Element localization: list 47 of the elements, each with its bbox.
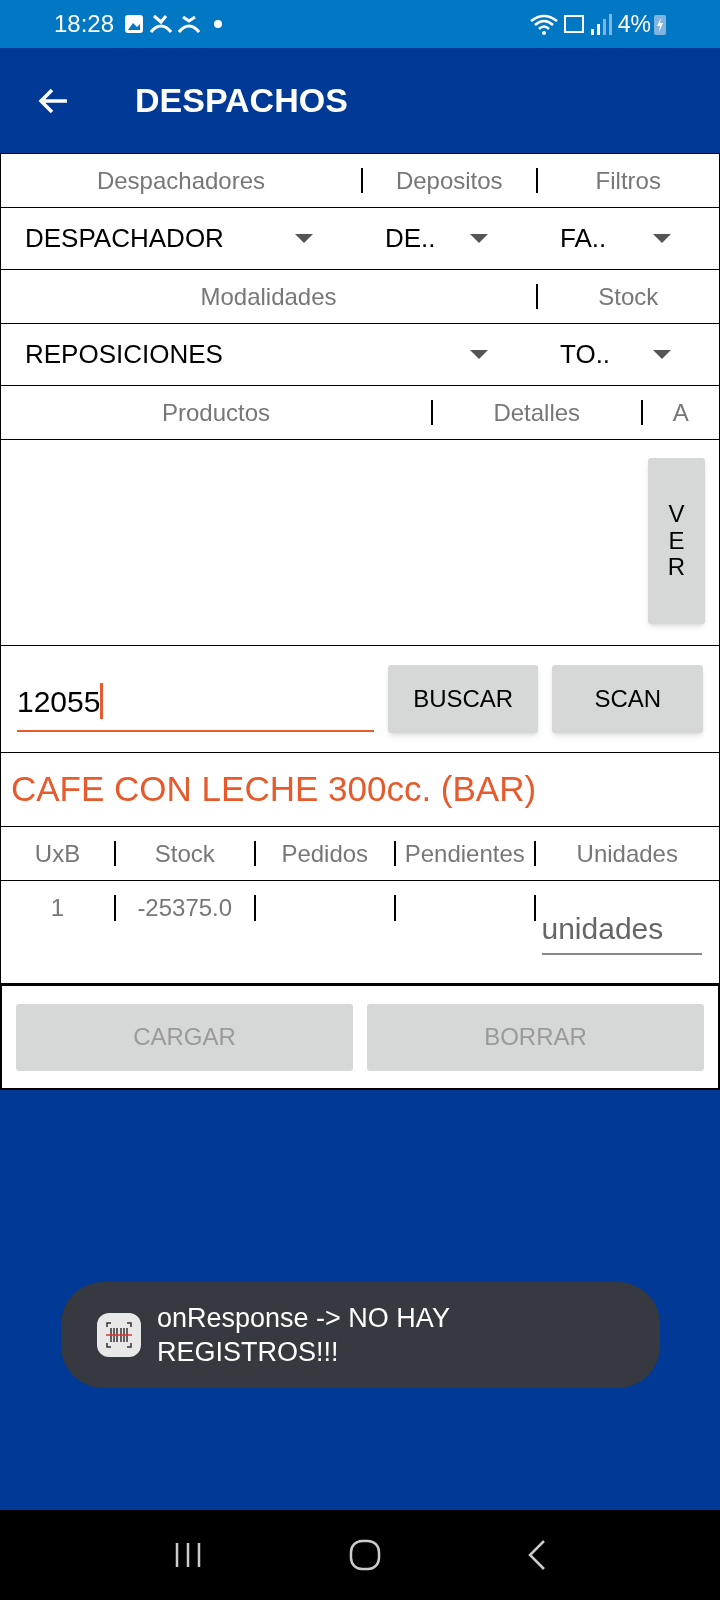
battery-icon [654, 13, 666, 35]
dropdown[interactable]: FA.. [560, 219, 671, 258]
dropdown[interactable]: DE.. [385, 219, 488, 258]
table-cell-text: -25375.0 [137, 893, 233, 923]
scan-button[interactable]: SCAN [552, 665, 703, 733]
column-header: UxB [34, 838, 81, 869]
dropdown[interactable]: DESPACHADOR [25, 219, 313, 258]
column-header: Productos [161, 397, 271, 428]
dropdown-caret-icon [295, 233, 313, 244]
column-header: Detalles [493, 397, 581, 428]
screen-title: DESPACHOS [135, 80, 348, 121]
column-header: Stock [154, 838, 215, 869]
units-input[interactable]: unidades [541, 905, 702, 955]
column-header: Stock [598, 281, 659, 312]
table-cell-text: 1 [50, 893, 65, 923]
column-header: Depositos [395, 165, 503, 196]
missed-call-icon [178, 14, 201, 34]
column-header: Unidades [576, 838, 678, 869]
home-icon[interactable] [349, 1539, 381, 1571]
column-header: Filtros [595, 165, 661, 196]
recent-apps-icon[interactable] [173, 1542, 203, 1568]
dropdown[interactable]: TO.. [560, 335, 671, 374]
wifi-icon [529, 13, 558, 35]
dropdown-caret-icon [653, 349, 671, 360]
product-name: CAFE CON LECHE 300cc. (BAR) [11, 768, 537, 811]
notification-dot-icon [214, 20, 223, 28]
signal-bars-icon [589, 13, 612, 35]
barcode-app-icon [97, 1313, 141, 1357]
search-button[interactable]: BUSCAR [387, 665, 539, 733]
dropdown-caret-icon [470, 233, 488, 244]
back-arrow-icon[interactable] [37, 86, 69, 115]
status-time: 18:28 [54, 9, 115, 39]
column-header: Modalidades [200, 281, 337, 312]
missed-call-icon [150, 14, 173, 34]
column-header: A [672, 397, 689, 428]
image-notification-icon [124, 14, 145, 34]
column-header: Pedidos [281, 838, 369, 869]
back-icon[interactable] [527, 1539, 547, 1571]
dropdown-caret-icon [653, 233, 671, 244]
search-input[interactable]: 12055 [17, 672, 374, 732]
toast-message: onResponse -> NO HAY REGISTROS!!! [157, 1302, 451, 1369]
view-button[interactable]: VER [648, 458, 705, 624]
column-header: Pendientes [404, 838, 525, 869]
dropdown-caret-icon [470, 349, 488, 360]
battery-percent: 4% [617, 9, 651, 39]
dropdown[interactable]: REPOSICIONES [25, 335, 488, 374]
column-header: Despachadores [96, 165, 266, 196]
